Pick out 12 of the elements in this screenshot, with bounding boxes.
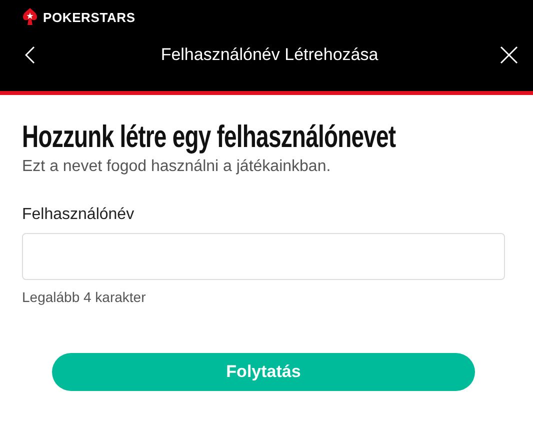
brand-name: POKERSTARS [43,10,136,24]
username-field[interactable] [22,233,505,280]
subtitle: Ezt a nevet fogod használni a játékainkban. [22,158,332,176]
continue-button[interactable]: Folytatás [52,353,475,391]
field-label: Felhasználónév [22,206,136,224]
close-icon [500,46,518,64]
field-hint: Legalább 4 karakter [22,289,147,305]
chevron-left-icon [25,46,35,64]
header-title: Felhasználónév Létrehozása [160,45,378,65]
close-button[interactable] [499,44,519,66]
heading: Hozzunk létre egy felhasználónevet [22,119,397,155]
spade-star-icon [23,8,37,26]
